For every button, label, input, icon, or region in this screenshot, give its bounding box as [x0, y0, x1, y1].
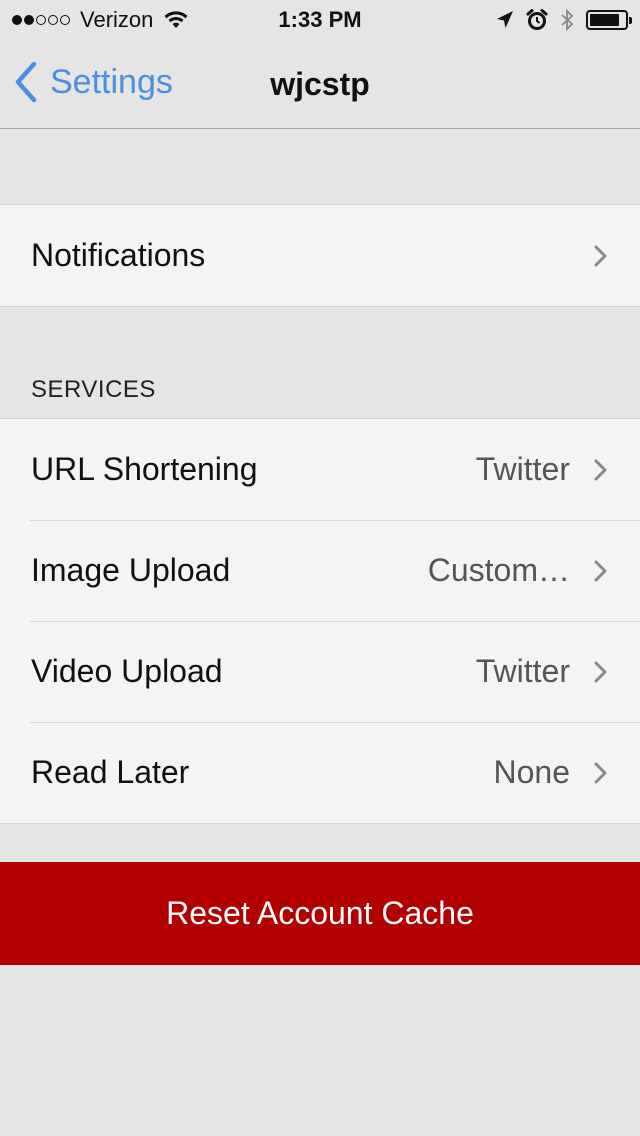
row-label: Video Upload — [31, 653, 223, 689]
navigation-bar: Settings wjcstp — [0, 40, 640, 129]
notifications-row[interactable]: Notifications — [0, 205, 640, 306]
services-group: URL Shortening Twitter Image Upload Cust… — [0, 418, 640, 824]
row-value: Custom… — [427, 552, 570, 588]
row-label: Read Later — [31, 754, 190, 790]
chevron-right-icon — [594, 661, 608, 683]
row-label: URL Shortening — [31, 451, 258, 487]
location-icon — [496, 10, 514, 30]
section-header-services: SERVICES — [31, 376, 156, 403]
chevron-right-icon — [594, 560, 608, 582]
chevron-right-icon — [594, 459, 608, 481]
video-upload-row[interactable]: Video Upload Twitter — [0, 621, 640, 722]
row-value: Twitter — [475, 451, 570, 487]
read-later-row[interactable]: Read Later None — [0, 722, 640, 823]
bluetooth-icon — [560, 8, 574, 32]
status-bar: Verizon 1:33 PM — [0, 0, 640, 40]
row-value: Twitter — [475, 653, 570, 689]
chevron-right-icon — [594, 245, 608, 267]
alarm-icon — [526, 9, 548, 31]
battery-icon — [586, 10, 632, 30]
chevron-right-icon — [594, 762, 608, 784]
status-right — [484, 8, 632, 32]
url-shortening-row[interactable]: URL Shortening Twitter — [0, 419, 640, 520]
page-title: wjcstp — [270, 66, 370, 102]
notifications-group: Notifications — [0, 204, 640, 307]
battery-fill — [590, 14, 619, 26]
image-upload-row[interactable]: Image Upload Custom… — [0, 520, 640, 621]
row-label: Image Upload — [31, 552, 231, 588]
row-value: None — [493, 754, 571, 790]
battery-outline — [586, 10, 632, 30]
row-label: Notifications — [31, 237, 206, 273]
reset-account-cache-button[interactable]: Reset Account Cache — [0, 862, 640, 965]
